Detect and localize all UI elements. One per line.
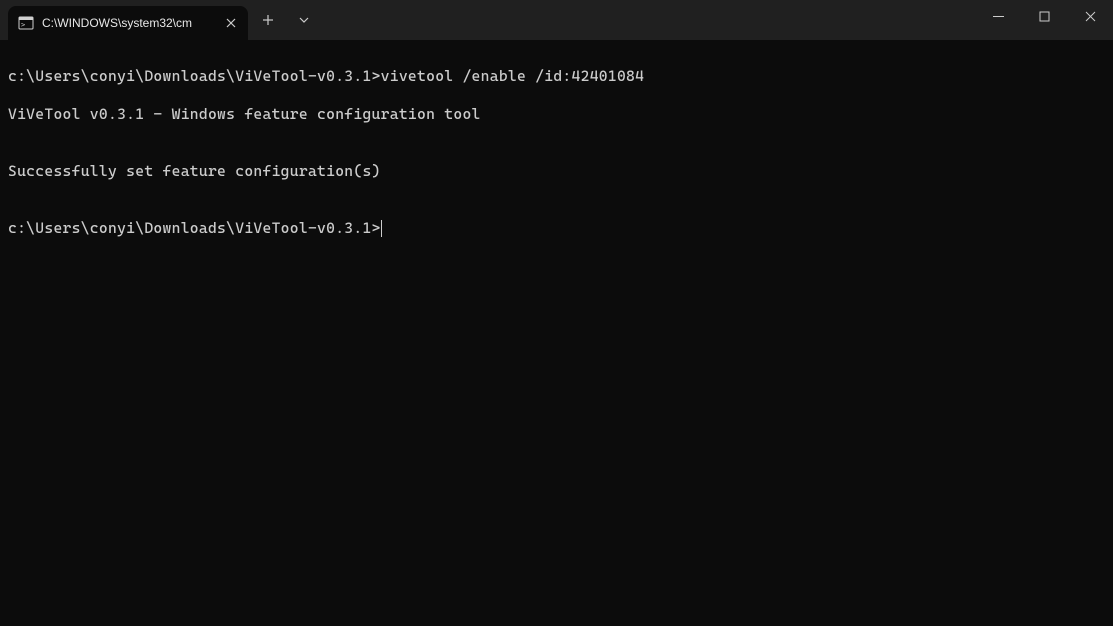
titlebar-left: >_ C:\WINDOWS\system32\cm [0,0,320,40]
titlebar: >_ C:\WINDOWS\system32\cm [0,0,1113,40]
output-line: ViVeTool v0.3.1 - Windows feature config… [8,105,1105,124]
tab-dropdown-button[interactable] [288,4,320,36]
command-text: vivetool /enable /id:42401084 [381,67,645,85]
prompt-line: c:\Users\conyi\Downloads\ViVeTool-v0.3.1… [8,219,1105,238]
tab-active[interactable]: >_ C:\WINDOWS\system32\cm [8,6,248,40]
output-line: c:\Users\conyi\Downloads\ViVeTool-v0.3.1… [8,67,1105,86]
svg-text:>_: >_ [21,21,30,29]
tab-title: C:\WINDOWS\system32\cm [42,16,214,30]
tab-close-button[interactable] [222,14,240,32]
output-line: Successfully set feature configuration(s… [8,162,1105,181]
close-button[interactable] [1067,0,1113,32]
new-tab-button[interactable] [252,4,284,36]
cursor [381,220,382,237]
prompt-text: c:\Users\conyi\Downloads\ViVeTool-v0.3.1… [8,219,381,238]
minimize-button[interactable] [975,0,1021,32]
maximize-button[interactable] [1021,0,1067,32]
terminal-output[interactable]: c:\Users\conyi\Downloads\ViVeTool-v0.3.1… [0,40,1113,626]
window-controls [975,0,1113,40]
cmd-icon: >_ [18,15,34,31]
prompt-text: c:\Users\conyi\Downloads\ViVeTool-v0.3.1… [8,67,381,85]
